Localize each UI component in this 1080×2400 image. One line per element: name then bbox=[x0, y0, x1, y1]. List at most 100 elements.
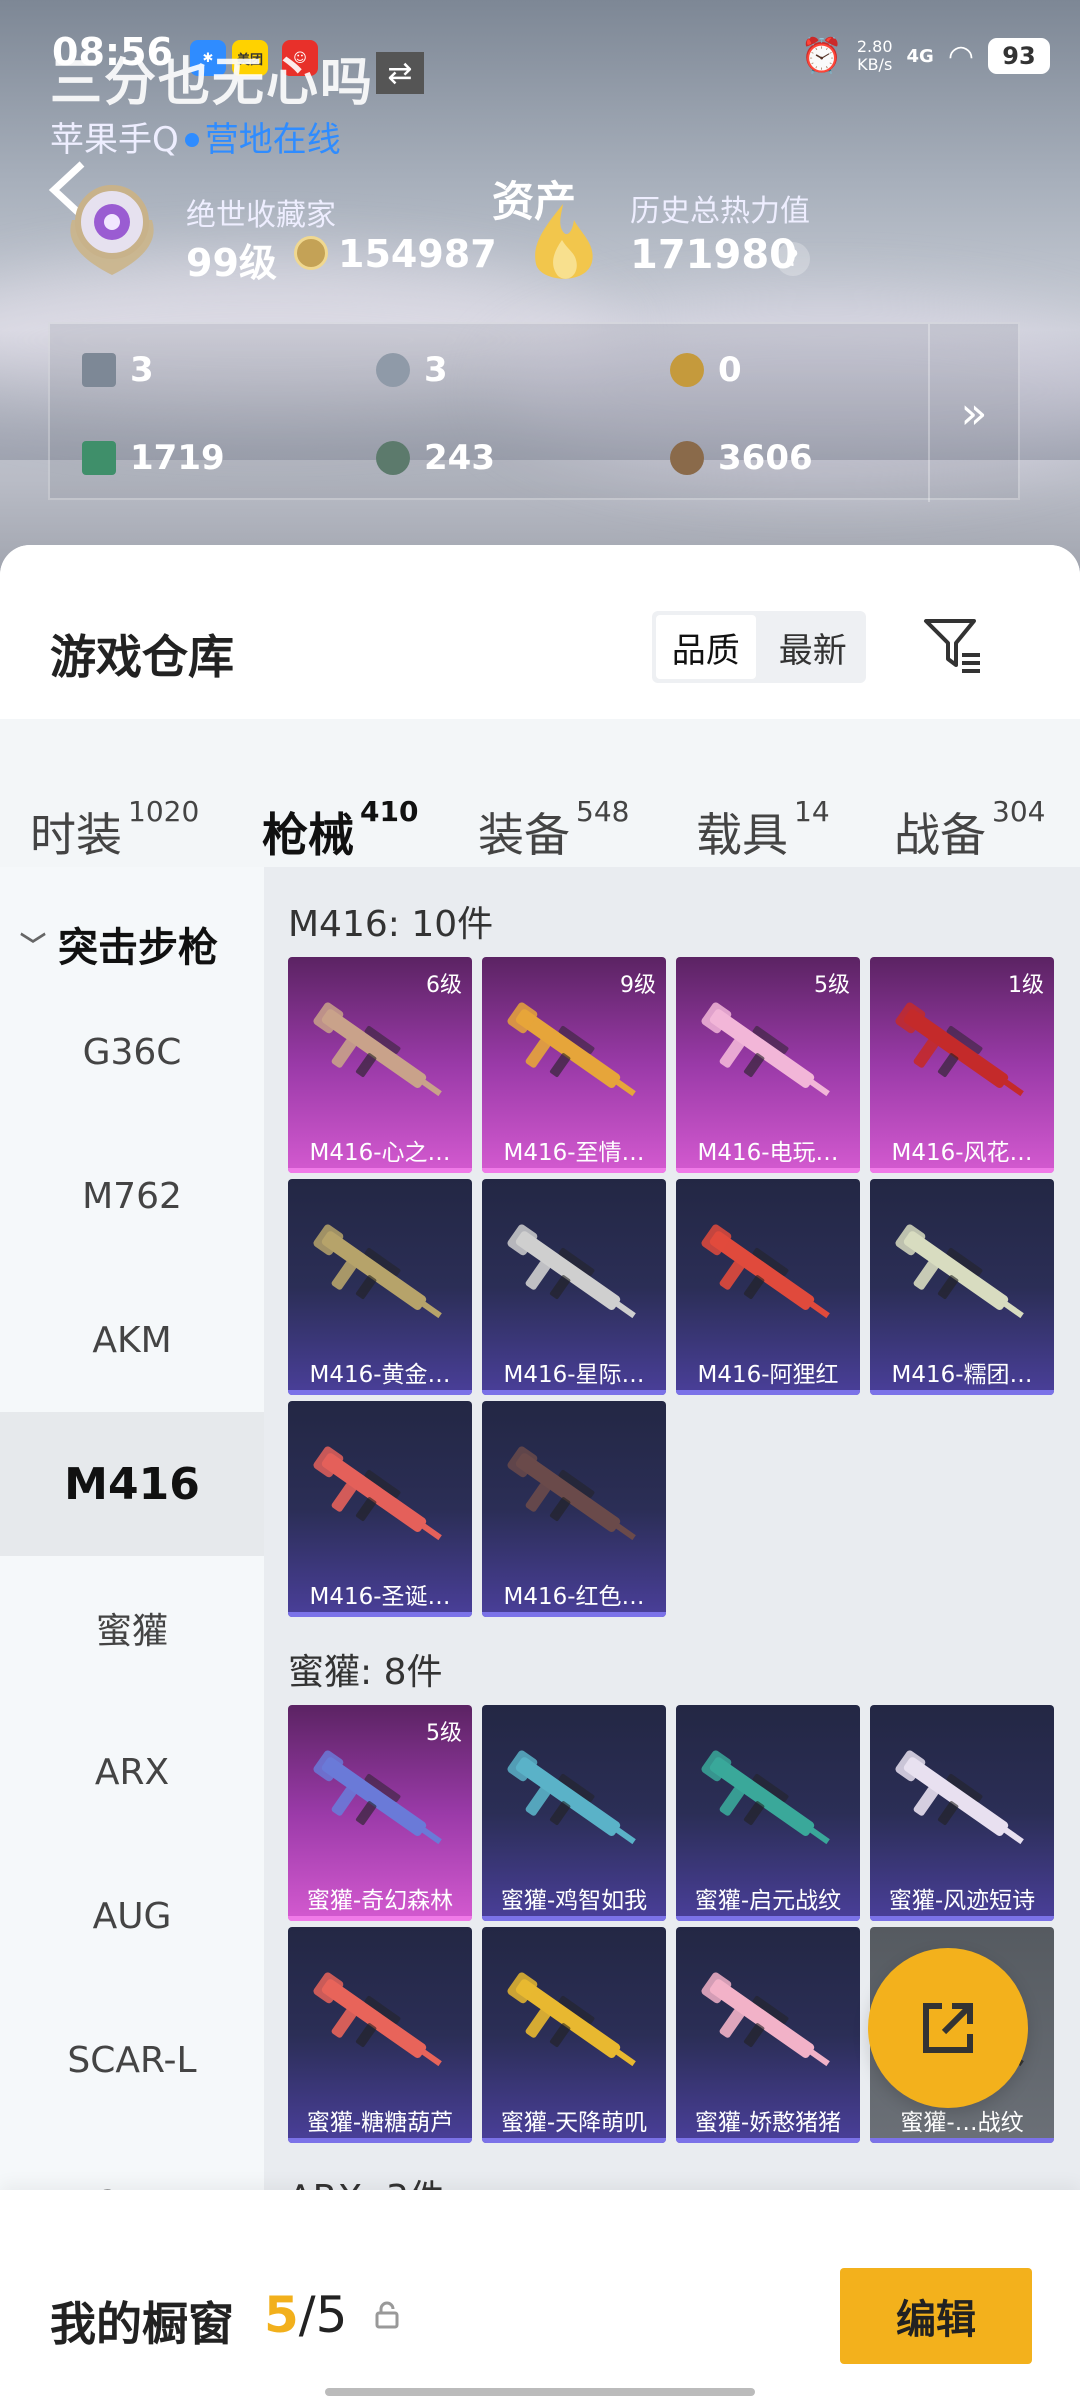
rifle-icon bbox=[701, 1002, 830, 1097]
switch-account-icon[interactable]: ⇄ bbox=[376, 52, 424, 94]
showcase-bar: 我的橱窗 5/5 编辑 bbox=[0, 2190, 1080, 2400]
card-icon bbox=[82, 353, 116, 387]
weapon-card[interactable]: M416-红色… bbox=[482, 1401, 666, 1617]
weapon-name: 蜜獾-娇憨猪猪 bbox=[694, 2110, 842, 2136]
weapon-name: M416-至情… bbox=[503, 1140, 645, 1166]
tab-supplies[interactable]: 战备 304 bbox=[894, 795, 1045, 865]
rank-title: 绝世收藏家 bbox=[186, 198, 336, 233]
stats-panel: 3 3 0 1719 243 3606 » bbox=[48, 322, 1020, 502]
share-fab-button[interactable] bbox=[868, 1948, 1028, 2108]
rifle-icon bbox=[313, 1972, 442, 2067]
weapon-card[interactable]: 蜜獾-启元战纹 bbox=[676, 1705, 860, 1921]
rarity-bar bbox=[870, 2138, 1054, 2143]
weapon-name: 蜜獾-糖糖葫芦 bbox=[306, 2110, 454, 2136]
side-item[interactable]: AUG bbox=[0, 1844, 264, 1988]
weapon-name: M416-星际… bbox=[503, 1362, 645, 1388]
side-item[interactable]: 蜜獾 bbox=[0, 1556, 264, 1700]
rarity-bar bbox=[676, 1390, 860, 1395]
rarity-bar bbox=[288, 1612, 472, 1617]
player-level: 99级 bbox=[186, 241, 277, 285]
side-item[interactable]: SCAR-L bbox=[0, 1988, 264, 2132]
rarity-bar bbox=[676, 1168, 860, 1173]
lock-icon bbox=[372, 2300, 402, 2330]
side-item[interactable]: G36C bbox=[0, 980, 264, 1124]
rifle-icon bbox=[895, 1224, 1024, 1319]
battery-icon: 93 bbox=[988, 38, 1050, 74]
share-icon bbox=[923, 2003, 973, 2053]
rarity-bar bbox=[870, 1390, 1054, 1395]
jade-coin-icon bbox=[376, 441, 410, 475]
weapon-name: 蜜獾-奇幻森林 bbox=[306, 1888, 454, 1914]
help-icon[interactable]: ? bbox=[776, 242, 810, 276]
weapon-card[interactable]: 1级 M416-风花… bbox=[870, 957, 1054, 1173]
weapon-name: 蜜獾-天降萌叽 bbox=[500, 2110, 648, 2136]
tab-outfits[interactable]: 时装 1020 bbox=[30, 795, 199, 865]
stat-item: 3 bbox=[376, 350, 448, 390]
weapon-name: M416-电玩… bbox=[697, 1140, 839, 1166]
tab-equipment[interactable]: 装备 548 bbox=[478, 795, 629, 865]
stat-item: 1719 bbox=[82, 438, 225, 478]
showcase-label: 我的橱窗 bbox=[50, 2297, 234, 2351]
section-title: M416: 10件 bbox=[288, 904, 494, 945]
tab-weapons[interactable]: 枪械 410 bbox=[262, 795, 418, 865]
showcase-count: 5/5 bbox=[264, 2286, 348, 2344]
weapon-card[interactable]: 6级 M416-心之… bbox=[288, 957, 472, 1173]
gold-a-icon bbox=[670, 353, 704, 387]
weapon-level: 5级 bbox=[814, 973, 850, 998]
player-name: 三分也无心吗 bbox=[50, 53, 375, 113]
warehouse-title: 游戏仓库 bbox=[50, 630, 234, 684]
network-speed: 2.80 KB/s bbox=[856, 37, 893, 74]
weapon-card[interactable]: 5级 M416-电玩… bbox=[676, 957, 860, 1173]
weapon-card[interactable]: M416-阿狸红 bbox=[676, 1179, 860, 1395]
weapon-card[interactable]: 5级蜜獾-奇幻森林 bbox=[288, 1705, 472, 1921]
rarity-bar bbox=[482, 2138, 666, 2143]
edit-button[interactable]: 编辑 bbox=[840, 2268, 1032, 2364]
weapon-name: M416-阿狸红 bbox=[697, 1362, 839, 1388]
weapon-card[interactable]: M416-糯团… bbox=[870, 1179, 1054, 1395]
rarity-bar bbox=[676, 1916, 860, 1921]
filter-icon[interactable] bbox=[920, 613, 984, 677]
weapon-name: M416-红色… bbox=[503, 1584, 645, 1610]
weapon-card[interactable]: 蜜獾-娇憨猪猪 bbox=[676, 1927, 860, 2143]
rarity-bar bbox=[482, 1390, 666, 1395]
stat-item: 243 bbox=[376, 438, 495, 478]
weapon-card[interactable]: 9级 M416-至情… bbox=[482, 957, 666, 1173]
sort-newest-button[interactable]: 最新 bbox=[760, 611, 866, 683]
rifle-icon bbox=[313, 1224, 442, 1319]
flame-icon bbox=[522, 200, 604, 290]
rarity-bar bbox=[288, 1168, 472, 1173]
green-card-icon bbox=[82, 441, 116, 475]
rifle-icon bbox=[507, 1446, 636, 1541]
sort-quality-button[interactable]: 品质 bbox=[656, 615, 756, 679]
side-group-assault-rifles[interactable]: ﹀ 突击步枪 bbox=[20, 915, 218, 973]
tab-vehicles[interactable]: 载具 14 bbox=[696, 795, 830, 865]
chevron-down-icon: ﹀ bbox=[20, 931, 47, 962]
weapon-card[interactable]: 蜜獾-鸡智如我 bbox=[482, 1705, 666, 1921]
weapon-level: 5级 bbox=[426, 1721, 462, 1746]
rarity-bar bbox=[288, 2138, 472, 2143]
rarity-bar bbox=[482, 1168, 666, 1173]
weapon-card[interactable]: 蜜獾-天降萌叽 bbox=[482, 1927, 666, 2143]
weapon-card[interactable]: 蜜獾-风迹短诗 bbox=[870, 1705, 1054, 1921]
weapon-card[interactable]: M416-星际… bbox=[482, 1179, 666, 1395]
stats-more-icon[interactable]: » bbox=[928, 324, 1018, 502]
rarity-bar bbox=[482, 1612, 666, 1617]
side-item[interactable]: M762 bbox=[0, 1124, 264, 1268]
rifle-icon bbox=[701, 1972, 830, 2067]
weapon-level: 6级 bbox=[426, 973, 462, 998]
side-item[interactable]: ARX bbox=[0, 1700, 264, 1844]
weapon-card[interactable]: M416-黄金… bbox=[288, 1179, 472, 1395]
alarm-icon: ⏰ bbox=[800, 36, 843, 76]
home-indicator[interactable] bbox=[325, 2388, 755, 2396]
side-item-active[interactable]: M416 bbox=[0, 1412, 264, 1556]
weapon-level: 9级 bbox=[620, 973, 656, 998]
warehouse-header: 游戏仓库 品质 最新 bbox=[0, 545, 1080, 719]
stat-item: 3606 bbox=[670, 438, 813, 478]
stat-item: 0 bbox=[670, 350, 742, 390]
weapon-card[interactable]: M416-圣诞… bbox=[288, 1401, 472, 1617]
signal-icon: 4G bbox=[906, 45, 934, 67]
rarity-bar bbox=[870, 1916, 1054, 1921]
side-item[interactable]: AKM bbox=[0, 1268, 264, 1412]
rifle-icon bbox=[701, 1224, 830, 1319]
weapon-card[interactable]: 蜜獾-糖糖葫芦 bbox=[288, 1927, 472, 2143]
